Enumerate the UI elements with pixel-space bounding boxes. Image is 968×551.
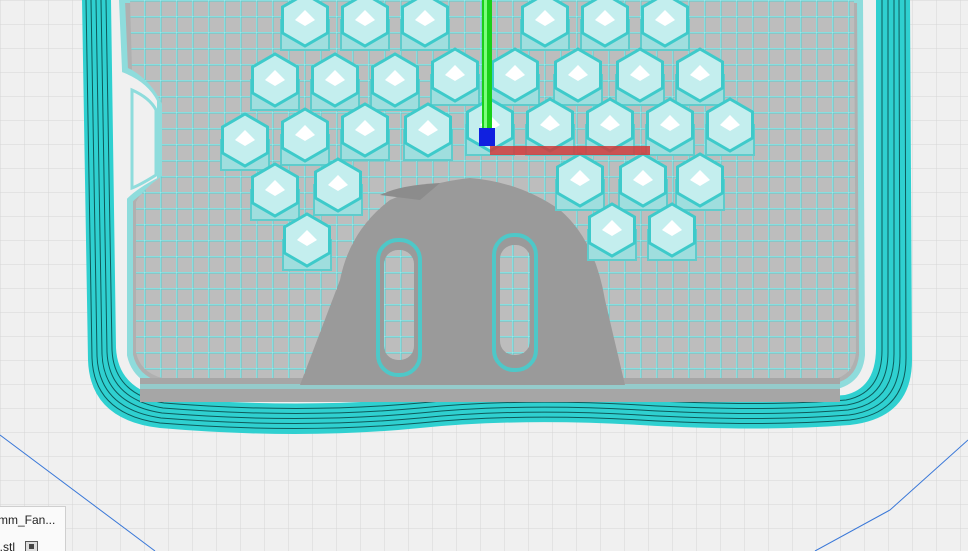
layer-preview-canvas[interactable]	[0, 0, 968, 551]
object-list-item[interactable]: mm_Fan...	[0, 513, 55, 527]
object-name: mm_Fan...	[0, 513, 56, 527]
object-list-item[interactable]: l.stl	[0, 540, 15, 551]
3d-viewport[interactable]: mm_Fan... l.stl	[0, 0, 968, 551]
object-list-panel[interactable]: mm_Fan... l.stl	[0, 506, 66, 551]
file-stl-icon	[25, 541, 38, 551]
object-name: l.stl	[0, 540, 15, 551]
